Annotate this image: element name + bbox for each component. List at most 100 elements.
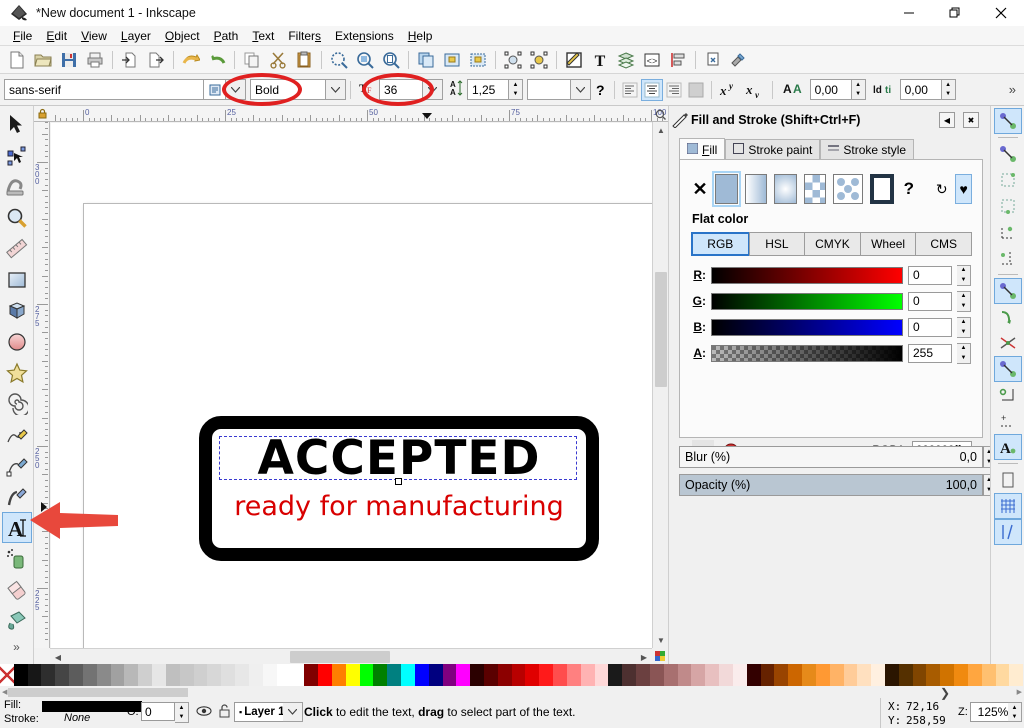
measure-tool[interactable] — [2, 233, 32, 264]
menu-object[interactable]: Object — [158, 27, 207, 45]
palette-swatch[interactable] — [442, 664, 457, 686]
green-stepper[interactable]: ▲ ▼ — [957, 290, 971, 312]
palette-scrollbar[interactable]: ◀ ▶ — [0, 686, 1024, 698]
scroll-up-arrow[interactable]: ▲ — [653, 122, 669, 138]
font-style-dropdown-arrow[interactable] — [326, 79, 346, 100]
snap-bbox-edge-button[interactable] — [994, 245, 1022, 271]
maximize-button[interactable] — [932, 0, 978, 26]
palette-swatch[interactable] — [511, 664, 526, 686]
question-mark-icon[interactable]: ? — [901, 179, 916, 199]
palette-swatch[interactable] — [871, 664, 885, 686]
palette-swatch[interactable] — [470, 664, 484, 686]
stamp-artwork[interactable]: ACCEPTED ready for manufacturing — [199, 416, 599, 561]
snap-bbox-center-button[interactable] — [994, 219, 1022, 245]
palette-swatch[interactable] — [649, 664, 664, 686]
close-button[interactable] — [978, 0, 1024, 26]
spray-tool[interactable] — [2, 543, 32, 574]
tab-stroke-style[interactable]: Stroke style — [820, 139, 915, 160]
font-style-input[interactable]: Bold — [250, 79, 326, 100]
menu-view[interactable]: View — [74, 27, 114, 45]
palette-swatch[interactable] — [387, 664, 402, 686]
object-properties-icon[interactable] — [500, 48, 526, 72]
node-tool[interactable] — [2, 140, 32, 171]
import-icon[interactable] — [117, 48, 143, 72]
group-icon[interactable] — [439, 48, 465, 72]
color-mode-cmyk[interactable]: CMYK — [804, 232, 861, 256]
unlock-icon[interactable] — [218, 703, 231, 721]
align-distribute-icon[interactable] — [665, 48, 691, 72]
palette-swatch[interactable] — [262, 664, 277, 686]
letter-spacing-input[interactable]: 0,00 — [809, 79, 852, 100]
stamp-heading-text[interactable]: ACCEPTED — [221, 435, 577, 482]
palette-swatch[interactable] — [414, 664, 429, 686]
palette-swatch[interactable] — [926, 664, 941, 686]
page-canvas[interactable]: ACCEPTED ready for manufacturing — [83, 203, 652, 648]
snap-path-button[interactable] — [994, 304, 1022, 330]
bezier-tool[interactable] — [2, 450, 32, 481]
font-size-dropdown-arrow[interactable] — [423, 79, 443, 100]
menu-help[interactable]: Help — [401, 27, 440, 45]
palette-swatch[interactable] — [732, 664, 747, 686]
spiral-tool[interactable] — [2, 388, 32, 419]
palette-swatch[interactable] — [82, 664, 97, 686]
palette-swatch[interactable] — [719, 664, 733, 686]
palette-swatch[interactable] — [898, 664, 913, 686]
palette-swatch[interactable] — [41, 664, 56, 686]
palette-swatch[interactable] — [843, 664, 858, 686]
opacity-input[interactable]: 0 — [141, 702, 175, 721]
nonzero-heart-icon[interactable]: ♥ — [955, 174, 973, 204]
palette-swatch[interactable] — [663, 664, 678, 686]
palette-swatch[interactable] — [428, 664, 443, 686]
redo-icon[interactable] — [204, 48, 230, 72]
menu-path[interactable]: Path — [207, 27, 246, 45]
ruler-lock-icon[interactable] — [34, 106, 50, 121]
horizontal-ruler[interactable]: 0 25 50 75 100 — [34, 106, 668, 122]
align-justify-icon[interactable] — [685, 79, 707, 101]
palette-swatch[interactable] — [124, 664, 139, 686]
stamp-subheading-text[interactable]: ready for manufacturing — [221, 492, 577, 522]
palette-swatch[interactable] — [774, 664, 789, 686]
pattern-icon[interactable] — [803, 174, 827, 204]
eraser-tool[interactable] — [2, 574, 32, 605]
palette-swatch[interactable] — [207, 664, 222, 686]
palette-swatch[interactable] — [566, 664, 581, 686]
palette-swatch[interactable] — [110, 664, 125, 686]
palette-swatch[interactable] — [940, 664, 955, 686]
palette-swatch[interactable] — [331, 664, 346, 686]
minimize-button[interactable] — [886, 0, 932, 26]
alpha-value-input[interactable]: 255 — [908, 343, 952, 363]
palette-swatch[interactable] — [318, 664, 332, 686]
ungroup-icon[interactable] — [465, 48, 491, 72]
color-mode-wheel[interactable]: Wheel — [859, 232, 917, 256]
export-icon[interactable] — [143, 48, 169, 72]
scroll-left-arrow[interactable]: ◀ — [50, 649, 66, 665]
palette-none-swatch[interactable] — [0, 664, 14, 686]
palette-swatch[interactable] — [912, 664, 927, 686]
alpha-stepper[interactable]: ▲ ▼ — [957, 342, 971, 364]
red-stepper[interactable]: ▲ ▼ — [957, 264, 971, 286]
palette-swatch[interactable] — [981, 664, 996, 686]
transform-icon[interactable] — [526, 48, 552, 72]
palette-swatch[interactable] — [553, 664, 567, 686]
x-icon[interactable]: ✕ — [692, 179, 708, 200]
snap-page-border-button[interactable] — [994, 467, 1022, 493]
units-dropdown-arrow[interactable] — [571, 79, 591, 100]
palette-swatch[interactable] — [1009, 664, 1024, 686]
opacity-slider[interactable]: Opacity (%) 100,0 — [679, 474, 983, 496]
xml-editor-icon[interactable]: <> — [639, 48, 665, 72]
vertical-scroll-thumb[interactable] — [655, 272, 667, 387]
snap-line-midpoint-button[interactable]: + — [994, 408, 1022, 434]
palette-swatch[interactable] — [636, 664, 650, 686]
paste-icon[interactable] — [291, 48, 317, 72]
canvas-zoom-corner-icon[interactable] — [652, 106, 668, 122]
snap-nodes-paths-button[interactable] — [993, 278, 1022, 304]
font-size-input[interactable]: 36 — [379, 79, 423, 100]
linear-gradient-icon[interactable] — [744, 174, 768, 204]
palette-swatch[interactable] — [179, 664, 194, 686]
palette-swatch[interactable] — [27, 664, 42, 686]
red-slider[interactable] — [711, 266, 903, 284]
swatch-icon[interactable] — [833, 174, 864, 204]
save-document-icon[interactable] — [56, 48, 82, 72]
palette-swatch[interactable] — [829, 664, 844, 686]
zoom-page-icon[interactable] — [378, 48, 404, 72]
